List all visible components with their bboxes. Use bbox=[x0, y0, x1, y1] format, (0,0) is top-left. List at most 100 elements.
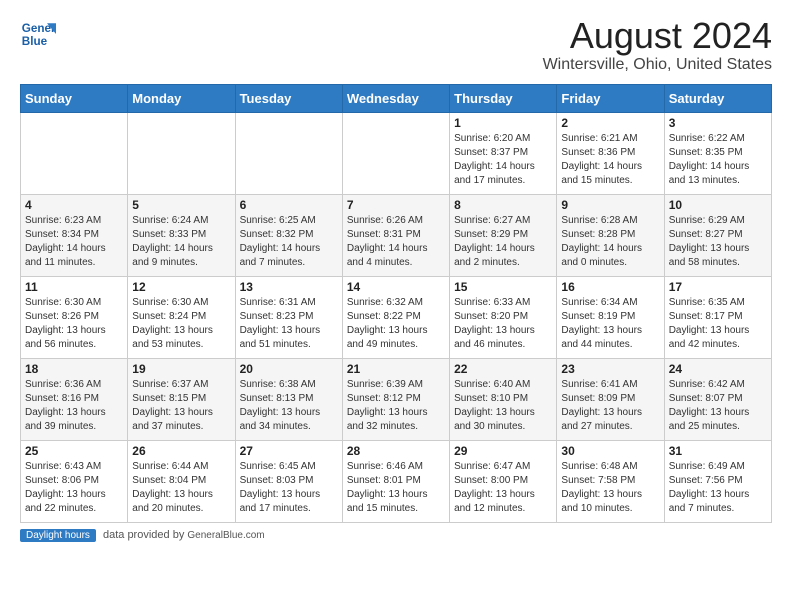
day-cell: 31 Sunrise: 6:49 AM Sunset: 7:56 PM Dayli… bbox=[664, 440, 771, 522]
day-info: Sunrise: 6:42 AM Sunset: 8:07 PM Dayligh… bbox=[669, 378, 767, 434]
subtitle: Wintersville, Ohio, United States bbox=[543, 56, 772, 74]
weekday-header-saturday: Saturday bbox=[664, 84, 771, 112]
weekday-header-sunday: Sunday bbox=[21, 84, 128, 112]
day-info: Sunrise: 6:37 AM Sunset: 8:15 PM Dayligh… bbox=[132, 378, 230, 434]
day-number: 12 bbox=[132, 280, 230, 294]
day-info: Sunrise: 6:23 AM Sunset: 8:34 PM Dayligh… bbox=[25, 214, 123, 270]
day-info: Sunrise: 6:33 AM Sunset: 8:20 PM Dayligh… bbox=[454, 296, 552, 352]
day-info: Sunrise: 6:29 AM Sunset: 8:27 PM Dayligh… bbox=[669, 214, 767, 270]
day-cell: 2 Sunrise: 6:21 AM Sunset: 8:36 PM Daylig… bbox=[557, 112, 664, 194]
day-number: 8 bbox=[454, 198, 552, 212]
day-cell: 5 Sunrise: 6:24 AM Sunset: 8:33 PM Daylig… bbox=[128, 194, 235, 276]
day-number: 30 bbox=[561, 444, 659, 458]
day-cell: 22 Sunrise: 6:40 AM Sunset: 8:10 PM Dayli… bbox=[450, 358, 557, 440]
day-number: 23 bbox=[561, 362, 659, 376]
day-number: 2 bbox=[561, 116, 659, 130]
weekday-header-wednesday: Wednesday bbox=[342, 84, 449, 112]
day-cell: 21 Sunrise: 6:39 AM Sunset: 8:12 PM Dayli… bbox=[342, 358, 449, 440]
day-cell: 18 Sunrise: 6:36 AM Sunset: 8:16 PM Dayli… bbox=[21, 358, 128, 440]
day-cell: 30 Sunrise: 6:48 AM Sunset: 7:58 PM Dayli… bbox=[557, 440, 664, 522]
day-number: 9 bbox=[561, 198, 659, 212]
day-info: Sunrise: 6:48 AM Sunset: 7:58 PM Dayligh… bbox=[561, 460, 659, 516]
day-number: 20 bbox=[240, 362, 338, 376]
day-number: 16 bbox=[561, 280, 659, 294]
day-cell: 10Sunrise: 6:29 AM Sunset: 8:27 PM Dayli… bbox=[664, 194, 771, 276]
day-cell: 26 Sunrise: 6:44 AM Sunset: 8:04 PM Dayli… bbox=[128, 440, 235, 522]
day-number: 17 bbox=[669, 280, 767, 294]
day-cell: 13 Sunrise: 6:31 AM Sunset: 8:23 PM Dayli… bbox=[235, 276, 342, 358]
main-title: August 2024 bbox=[543, 16, 772, 56]
calendar-header: SundayMondayTuesdayWednesdayThursdayFrid… bbox=[21, 84, 772, 112]
week-row-4: 18 Sunrise: 6:36 AM Sunset: 8:16 PM Dayli… bbox=[21, 358, 772, 440]
day-number: 15 bbox=[454, 280, 552, 294]
week-row-1: 1Sunrise: 6:20 AM Sunset: 8:37 PM Daylig… bbox=[21, 112, 772, 194]
day-cell: 6 Sunrise: 6:25 AM Sunset: 8:32 PM Daylig… bbox=[235, 194, 342, 276]
day-cell: 15 Sunrise: 6:33 AM Sunset: 8:20 PM Dayli… bbox=[450, 276, 557, 358]
day-info: Sunrise: 6:43 AM Sunset: 8:06 PM Dayligh… bbox=[25, 460, 123, 516]
weekday-header-tuesday: Tuesday bbox=[235, 84, 342, 112]
day-info: Sunrise: 6:44 AM Sunset: 8:04 PM Dayligh… bbox=[132, 460, 230, 516]
day-number: 28 bbox=[347, 444, 445, 458]
day-info: Sunrise: 6:49 AM Sunset: 7:56 PM Dayligh… bbox=[669, 460, 767, 516]
day-cell: 24 Sunrise: 6:42 AM Sunset: 8:07 PM Dayli… bbox=[664, 358, 771, 440]
week-row-5: 25 Sunrise: 6:43 AM Sunset: 8:06 PM Dayli… bbox=[21, 440, 772, 522]
calendar-table: SundayMondayTuesdayWednesdayThursdayFrid… bbox=[20, 84, 772, 523]
day-info: Sunrise: 6:45 AM Sunset: 8:03 PM Dayligh… bbox=[240, 460, 338, 516]
day-info: Sunrise: 6:27 AM Sunset: 8:29 PM Dayligh… bbox=[454, 214, 552, 270]
day-number: 19 bbox=[132, 362, 230, 376]
day-info: Sunrise: 6:38 AM Sunset: 8:13 PM Dayligh… bbox=[240, 378, 338, 434]
weekday-header-monday: Monday bbox=[128, 84, 235, 112]
logo-area: General Blue bbox=[20, 16, 60, 52]
day-info: Sunrise: 6:22 AM Sunset: 8:35 PM Dayligh… bbox=[669, 132, 767, 188]
day-info: Sunrise: 6:36 AM Sunset: 8:16 PM Dayligh… bbox=[25, 378, 123, 434]
day-cell: 17Sunrise: 6:35 AM Sunset: 8:17 PM Dayli… bbox=[664, 276, 771, 358]
day-number: 25 bbox=[25, 444, 123, 458]
day-cell: 9Sunrise: 6:28 AM Sunset: 8:28 PM Daylig… bbox=[557, 194, 664, 276]
calendar-body: 1Sunrise: 6:20 AM Sunset: 8:37 PM Daylig… bbox=[21, 112, 772, 522]
day-info: Sunrise: 6:41 AM Sunset: 8:09 PM Dayligh… bbox=[561, 378, 659, 434]
day-number: 5 bbox=[132, 198, 230, 212]
footer-label-badge: Daylight hours bbox=[20, 529, 96, 542]
day-cell: 19 Sunrise: 6:37 AM Sunset: 8:15 PM Dayli… bbox=[128, 358, 235, 440]
day-cell: 11Sunrise: 6:30 AM Sunset: 8:26 PM Dayli… bbox=[21, 276, 128, 358]
day-info: Sunrise: 6:25 AM Sunset: 8:32 PM Dayligh… bbox=[240, 214, 338, 270]
day-number: 14 bbox=[347, 280, 445, 294]
day-cell: 4 Sunrise: 6:23 AM Sunset: 8:34 PM Daylig… bbox=[21, 194, 128, 276]
day-cell: 16 Sunrise: 6:34 AM Sunset: 8:19 PM Dayli… bbox=[557, 276, 664, 358]
day-info: Sunrise: 6:31 AM Sunset: 8:23 PM Dayligh… bbox=[240, 296, 338, 352]
day-number: 29 bbox=[454, 444, 552, 458]
day-number: 13 bbox=[240, 280, 338, 294]
day-cell: 20 Sunrise: 6:38 AM Sunset: 8:13 PM Dayli… bbox=[235, 358, 342, 440]
week-row-3: 11Sunrise: 6:30 AM Sunset: 8:26 PM Dayli… bbox=[21, 276, 772, 358]
day-cell: 12Sunrise: 6:30 AM Sunset: 8:24 PM Dayli… bbox=[128, 276, 235, 358]
day-number: 26 bbox=[132, 444, 230, 458]
day-number: 7 bbox=[347, 198, 445, 212]
weekday-header-friday: Friday bbox=[557, 84, 664, 112]
day-cell: 29Sunrise: 6:47 AM Sunset: 8:00 PM Dayli… bbox=[450, 440, 557, 522]
day-cell: 23 Sunrise: 6:41 AM Sunset: 8:09 PM Dayli… bbox=[557, 358, 664, 440]
day-info: Sunrise: 6:21 AM Sunset: 8:36 PM Dayligh… bbox=[561, 132, 659, 188]
day-number: 11 bbox=[25, 280, 123, 294]
day-cell: 28Sunrise: 6:46 AM Sunset: 8:01 PM Dayli… bbox=[342, 440, 449, 522]
day-info: Sunrise: 6:24 AM Sunset: 8:33 PM Dayligh… bbox=[132, 214, 230, 270]
day-number: 22 bbox=[454, 362, 552, 376]
day-number: 31 bbox=[669, 444, 767, 458]
day-number: 24 bbox=[669, 362, 767, 376]
day-info: Sunrise: 6:34 AM Sunset: 8:19 PM Dayligh… bbox=[561, 296, 659, 352]
day-info: Sunrise: 6:39 AM Sunset: 8:12 PM Dayligh… bbox=[347, 378, 445, 434]
day-cell: 14Sunrise: 6:32 AM Sunset: 8:22 PM Dayli… bbox=[342, 276, 449, 358]
day-number: 21 bbox=[347, 362, 445, 376]
day-info: Sunrise: 6:40 AM Sunset: 8:10 PM Dayligh… bbox=[454, 378, 552, 434]
header: General Blue August 2024 Wintersville, O… bbox=[20, 16, 772, 74]
day-cell bbox=[128, 112, 235, 194]
day-number: 6 bbox=[240, 198, 338, 212]
day-info: Sunrise: 6:26 AM Sunset: 8:31 PM Dayligh… bbox=[347, 214, 445, 270]
day-number: 18 bbox=[25, 362, 123, 376]
day-cell bbox=[342, 112, 449, 194]
day-cell: 27 Sunrise: 6:45 AM Sunset: 8:03 PM Dayli… bbox=[235, 440, 342, 522]
day-number: 27 bbox=[240, 444, 338, 458]
day-cell: 3Sunrise: 6:22 AM Sunset: 8:35 PM Daylig… bbox=[664, 112, 771, 194]
day-cell: 1Sunrise: 6:20 AM Sunset: 8:37 PM Daylig… bbox=[450, 112, 557, 194]
day-number: 4 bbox=[25, 198, 123, 212]
svg-text:Blue: Blue bbox=[22, 35, 48, 48]
